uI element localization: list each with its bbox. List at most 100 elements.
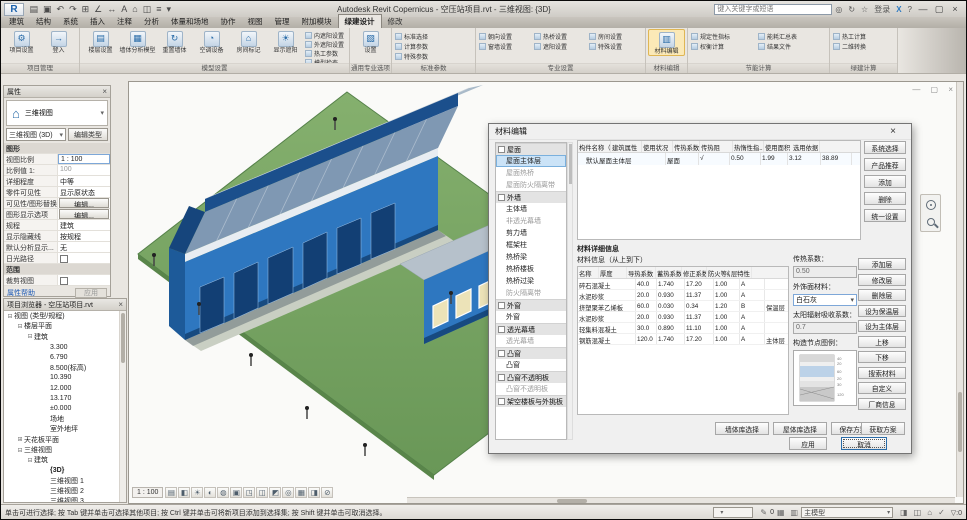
ribbon-tab[interactable]: 插入 [84, 15, 111, 28]
view-control-icon[interactable]: ◨ [308, 487, 320, 498]
category-tree-item[interactable]: 主体墙 [496, 203, 566, 215]
ribbon-small-button[interactable]: 规定性指标 [690, 31, 754, 41]
search-input[interactable] [714, 4, 832, 15]
category-tree-item[interactable]: 凸窗 [496, 359, 566, 371]
browser-tree-item[interactable]: ⊟ 视图 (类型/规程) [4, 311, 126, 321]
material-row[interactable]: 水泥砂浆20.00.930 11.371.00A [578, 312, 788, 323]
ribbon-button[interactable]: ▤楼层设置 [82, 29, 119, 62]
view-control-icon[interactable]: ◳ [243, 487, 255, 498]
layer-action-button[interactable]: 厂商信息 [858, 398, 906, 410]
ribbon-small-button[interactable]: 二维转换 [832, 41, 892, 51]
browser-tree-item[interactable]: ⊞ 天花板平面 [4, 435, 126, 445]
browser-tree-item[interactable]: 13.170 [4, 393, 126, 403]
type-selector[interactable]: ⌂ 三维视图 ▾ [6, 100, 108, 126]
category-tree-item[interactable]: 外墙 [496, 191, 566, 203]
close-icon[interactable]: × [881, 126, 905, 137]
layer-action-button[interactable]: 删除层 [858, 289, 906, 301]
apply-button[interactable]: 应用 [789, 437, 827, 450]
category-tree-item[interactable]: 屋面热桥 [496, 167, 566, 179]
ribbon-tab[interactable]: 视图 [242, 15, 269, 28]
material-editor-button[interactable]: ▥材料编辑 [648, 29, 685, 56]
view-control-icon[interactable]: ▦ [295, 487, 307, 498]
select-pinned-icon[interactable]: ✓ [935, 508, 948, 517]
qat-icon[interactable]: ▾ [164, 2, 174, 16]
qat-icon[interactable]: ⊞ [79, 2, 92, 16]
qat-icon[interactable]: ▣ [41, 2, 55, 16]
worksharing-display-icon[interactable]: ▥ [788, 508, 802, 517]
qat-icon[interactable]: ⌂ [130, 2, 140, 16]
dialog-side-button[interactable]: 添加 [864, 175, 906, 188]
browser-tree-item[interactable]: 3.300 [4, 342, 126, 352]
category-tree-item[interactable]: 屋面主体层 [496, 155, 566, 167]
exclude-options-icon[interactable]: ◨ [897, 508, 911, 517]
view-control-icon[interactable]: ◐ [204, 487, 216, 498]
category-tree-item[interactable]: 热桥梁 [496, 251, 566, 263]
dialog-side-button[interactable]: 产品推荐 [864, 158, 906, 171]
steering-wheel-icon[interactable] [923, 197, 938, 212]
apply-button[interactable]: 应用 [75, 288, 107, 298]
ribbon-tab[interactable]: 附加模块 [296, 15, 338, 28]
revit-logo-icon[interactable]: R [4, 3, 24, 16]
qat-icon[interactable]: ▤ [27, 2, 41, 16]
browser-tree-item[interactable]: ⊟ 建筑 [4, 455, 126, 465]
ribbon-tab[interactable]: 系统 [57, 15, 84, 28]
browser-tree-item[interactable]: 室外地坪 [4, 424, 126, 434]
ribbon-tab[interactable]: 体量和场地 [165, 15, 215, 28]
ribbon-small-button[interactable]: 结果文件 [757, 41, 821, 51]
scrollbar-thumb[interactable] [121, 313, 125, 363]
tree-scrollbar[interactable] [567, 142, 573, 440]
ribbon-small-button[interactable]: 朝向设置 [478, 31, 530, 41]
finish-material-combo[interactable]: 白石灰▾ [793, 294, 857, 306]
ribbon-button[interactable]: ☀显示遮阳 [267, 29, 304, 62]
layer-action-button[interactable]: 设为保温层 [858, 305, 906, 317]
category-tree-item[interactable]: 热桥过梁 [496, 275, 566, 287]
ribbon-button[interactable]: ▦墙体分析模型 [119, 29, 156, 62]
close-icon[interactable]: × [102, 87, 107, 96]
dialog-side-button[interactable]: 删除 [864, 192, 906, 205]
category-tree-item[interactable]: 透光幕墙 [496, 323, 566, 335]
browser-tree-item[interactable]: {3D} [4, 465, 126, 475]
view-type-combo[interactable]: 三维视图 (3D)▾ [6, 128, 66, 141]
ribbon-button[interactable]: ▧设置 [352, 29, 389, 54]
category-tree-item[interactable]: 屋面 [496, 143, 566, 155]
category-tree-item[interactable]: 凸窗不透明板 [496, 371, 566, 383]
dialog-side-button[interactable]: 系统选择 [864, 141, 906, 154]
tree-expand-icon[interactable]: ⊞ [16, 436, 24, 443]
tree-expand-icon[interactable]: ⊟ [16, 323, 24, 330]
ribbon-tab[interactable]: 分析 [138, 15, 165, 28]
qat-icon[interactable]: ↷ [67, 2, 80, 16]
qat-icon[interactable]: ↶ [54, 2, 67, 16]
roof-library-button[interactable]: 屋体库选择 [773, 422, 827, 435]
editing-requests-icon[interactable]: ✎ [757, 508, 770, 517]
qat-icon[interactable]: ↔ [105, 2, 119, 16]
ribbon-small-button[interactable]: 能耗汇总表 [757, 31, 821, 41]
qat-icon[interactable]: ◫ [140, 2, 154, 16]
browser-tree-item[interactable]: ⊟ 建筑 [4, 332, 126, 342]
browser-tree-item[interactable]: 8.500(标高) [4, 362, 126, 372]
browser-tree-item[interactable]: ⊟ 三维视图 [4, 445, 126, 455]
ribbon-small-button[interactable]: 权衡计算 [690, 41, 754, 51]
browser-tree-item[interactable]: 12.000 [4, 383, 126, 393]
category-tree-item[interactable]: 透光幕墙 [496, 335, 566, 347]
category-tree-item[interactable]: 剪力墙 [496, 227, 566, 239]
get-scheme-button[interactable]: 获取方案 [861, 422, 905, 435]
vertical-scrollbar[interactable] [956, 82, 963, 497]
material-row[interactable]: 钢筋混凝土120.01.740 17.201.00A 主体层 [578, 334, 788, 345]
material-row[interactable]: 碎石混凝土40.01.740 17.201.00A [578, 279, 788, 290]
help-icon[interactable]: ? [905, 5, 915, 14]
ribbon-small-button[interactable]: 窗墙设置 [478, 41, 530, 51]
worksets-icon[interactable]: ▦ [774, 508, 788, 517]
view-control-icon[interactable]: ▣ [230, 487, 242, 498]
ribbon-small-button[interactable]: 遮阳设置 [533, 41, 585, 51]
scrollbar-thumb[interactable] [958, 392, 962, 452]
workset-combo[interactable]: 主模型▾ [801, 507, 893, 518]
edit-type-button[interactable]: 编辑类型 [68, 128, 108, 141]
category-tree-item[interactable]: 外窗 [496, 299, 566, 311]
minimize-button[interactable]: — [915, 4, 931, 14]
component-table-row[interactable]: 默认屋面主体层屋面 √0.50 1.993.12 38.89 [578, 153, 860, 165]
view-window-controls[interactable]: — ▢ × [912, 85, 957, 94]
wall-library-button[interactable]: 墙体库选择 [715, 422, 769, 435]
qat-icon[interactable]: A [119, 2, 130, 16]
material-row[interactable]: 轻集料混凝土30.00.890 11.101.00A [578, 323, 788, 334]
ribbon-tab[interactable]: 绿建设计 [338, 14, 382, 28]
